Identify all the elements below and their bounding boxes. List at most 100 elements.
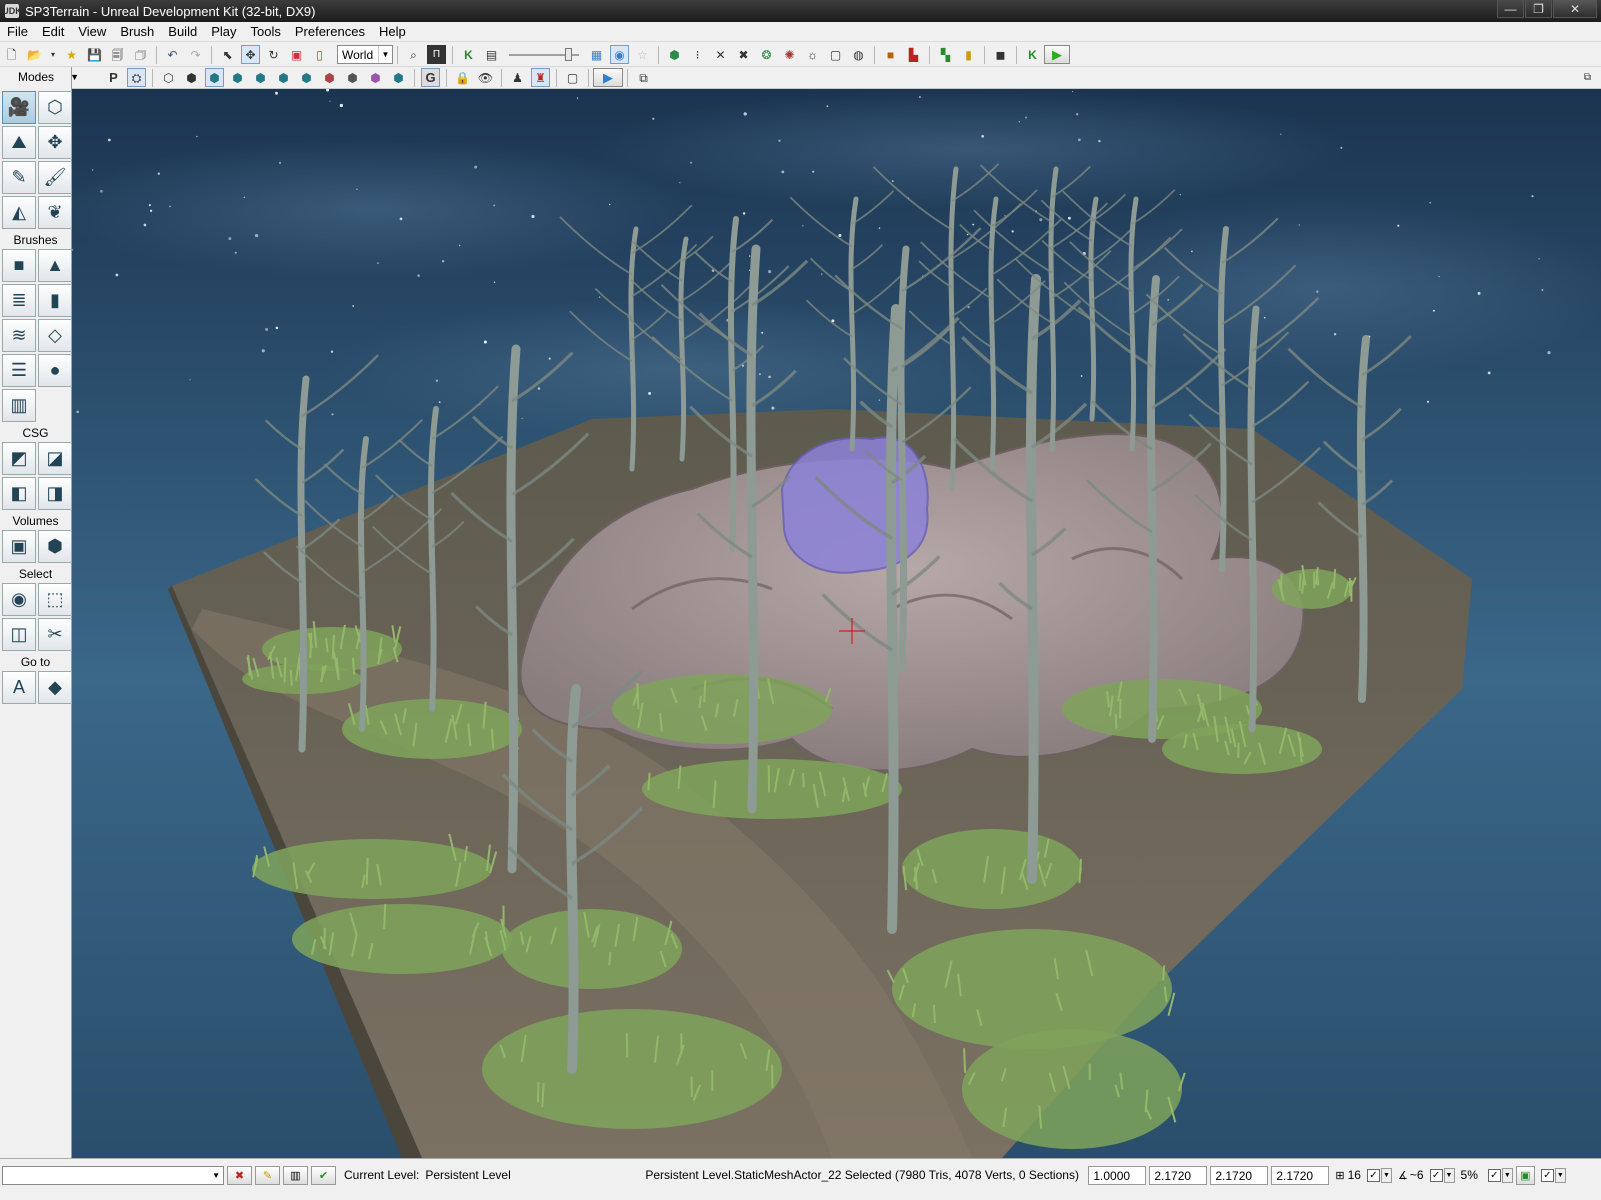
kismet-debug-icon[interactable]: K — [1023, 45, 1042, 64]
new-icon[interactable]: 🗋 — [2, 45, 21, 64]
texture-density-icon[interactable]: ⬢ — [320, 68, 339, 87]
open-icon[interactable]: 📂 — [25, 45, 44, 64]
game-view-g-button[interactable]: G — [421, 68, 440, 87]
chevron-down-icon[interactable]: ▼ — [1380, 1167, 1392, 1183]
console-icon[interactable]: ■ — [881, 45, 900, 64]
grid-snap-checkbox[interactable]: ✓ — [1366, 1168, 1380, 1182]
foliage-mode-icon[interactable]: ❦ — [38, 196, 72, 229]
cube-brush-icon[interactable]: ■ — [2, 249, 36, 282]
chevron-down-icon[interactable]: ▼ — [212, 1171, 220, 1180]
play-viewport-button[interactable]: ▶ — [593, 68, 623, 87]
eye-icon[interactable]: 👁 — [476, 68, 495, 87]
lighting-info-icon[interactable]: ◍ — [849, 45, 868, 64]
chevron-down-icon[interactable]: ▼ — [1501, 1167, 1513, 1183]
bookmark-star-icon[interactable]: ☆ — [633, 45, 652, 64]
brush-wireframe-icon[interactable]: ⬡ — [159, 68, 178, 87]
build-geometry-icon[interactable]: ⬢ — [665, 45, 684, 64]
command-input[interactable]: ▼ — [2, 1165, 224, 1185]
scale-icon[interactable]: ▣ — [287, 45, 306, 64]
lightmap-density-icon[interactable]: ⬢ — [366, 68, 385, 87]
autosave-checkbox[interactable]: ✓ — [1540, 1168, 1554, 1182]
save-levels-icon[interactable]: 🗇 — [131, 45, 150, 64]
show-selected-icon[interactable]: ◉ — [2, 583, 36, 616]
autosave-icon[interactable]: ▣ — [1515, 1165, 1535, 1185]
slider-thumb[interactable] — [565, 48, 572, 61]
maximize-viewport-icon[interactable]: ⧉ — [634, 68, 653, 87]
menu-help[interactable]: Help — [372, 22, 413, 42]
build-visibility-icon[interactable]: ⁝ — [688, 45, 707, 64]
lit-lightmap-density-icon[interactable]: ⬢ — [389, 68, 408, 87]
landscape-mode-icon[interactable]: ◭ — [2, 196, 36, 229]
drag-scale-field[interactable]: 1.0000 — [1088, 1165, 1147, 1185]
favorites-icon[interactable]: ★ — [62, 45, 81, 64]
perspective-viewport[interactable] — [72, 89, 1601, 1158]
menu-preferences[interactable]: Preferences — [288, 22, 372, 42]
menu-edit[interactable]: Edit — [35, 22, 71, 42]
open-dropdown-icon[interactable]: ▾ — [48, 45, 58, 64]
menu-play[interactable]: Play — [204, 22, 243, 42]
translate-icon[interactable]: ✥ — [241, 45, 260, 64]
go-to-builder-brush-icon[interactable]: ◆ — [38, 671, 72, 704]
cook-icon[interactable]: ▙ — [904, 45, 923, 64]
shader-complexity-icon[interactable]: ⬢ — [343, 68, 362, 87]
perspective-p-button[interactable]: P — [104, 68, 123, 87]
geometry-mode-icon[interactable]: ⬡ — [38, 91, 72, 124]
cylinder-brush-icon[interactable]: ▮ — [38, 284, 72, 317]
wireframe-icon[interactable]: ⬢ — [182, 68, 201, 87]
build-all-icon[interactable]: ✺ — [780, 45, 799, 64]
generic-browser-icon[interactable]: ◉ — [610, 45, 629, 64]
menu-build[interactable]: Build — [161, 22, 204, 42]
menu-view[interactable]: View — [71, 22, 113, 42]
scale-x-field[interactable]: 2.1720 — [1149, 1165, 1208, 1185]
level-icon[interactable]: ✔ — [311, 1165, 336, 1185]
volume-menu-icon[interactable]: ⬢ — [38, 530, 72, 563]
build-lighting-icon[interactable]: ✕ — [711, 45, 730, 64]
lighting-only-icon[interactable]: ⬢ — [274, 68, 293, 87]
csg-intersect-icon[interactable]: ◧ — [2, 477, 36, 510]
realtime-icon[interactable]: ♜ — [531, 68, 550, 87]
undo-icon[interactable]: ↶ — [163, 45, 182, 64]
scene-render[interactable] — [72, 89, 1601, 1158]
nonuniform-scale-icon[interactable]: ▯ — [310, 45, 329, 64]
texture-align-icon[interactable]: ✎ — [2, 161, 36, 194]
play-in-editor-button[interactable]: ▶ — [1044, 45, 1070, 64]
csg-subtract-icon[interactable]: ◪ — [38, 442, 72, 475]
detail-lighting-icon[interactable]: ⬢ — [251, 68, 270, 87]
restore-viewport-icon[interactable]: ⧉ — [1578, 68, 1597, 87]
swarm-icon[interactable]: ▢ — [826, 45, 845, 64]
curved-stairs-icon[interactable]: ≋ — [2, 319, 36, 352]
sphere-brush-icon[interactable]: ● — [38, 354, 72, 387]
matinee-icon[interactable]: ▤ — [482, 45, 501, 64]
light-complexity-icon[interactable]: ⬢ — [297, 68, 316, 87]
invert-selection-icon[interactable]: ◫ — [2, 618, 36, 651]
light-icon[interactable]: ✎ — [255, 1165, 280, 1185]
lit-icon[interactable]: ⬢ — [228, 68, 247, 87]
save-icon[interactable]: 💾 — [85, 45, 104, 64]
save-all-icon[interactable]: 🗐 — [108, 45, 127, 64]
build-cover-icon[interactable]: ❂ — [757, 45, 776, 64]
stats-icon[interactable]: ▢ — [563, 68, 582, 87]
kismet-icon[interactable]: Π — [427, 45, 446, 64]
chevron-down-icon[interactable]: ▼ — [1554, 1167, 1566, 1183]
move-mode-icon[interactable]: ✥ — [38, 126, 72, 159]
chevron-down-icon[interactable]: ▼ — [70, 72, 79, 82]
close-button[interactable]: ✕ — [1553, 0, 1597, 18]
chevron-down-icon[interactable]: ▼ — [1443, 1167, 1455, 1183]
volumetric-brush-icon[interactable]: ▥ — [2, 389, 36, 422]
menu-file[interactable]: File — [0, 22, 35, 42]
menu-brush[interactable]: Brush — [113, 22, 161, 42]
cancel-build-icon[interactable]: ✖ — [227, 1165, 252, 1185]
menu-tools[interactable]: Tools — [244, 22, 288, 42]
unlit-icon[interactable]: ⬢ — [205, 68, 224, 87]
scale-y-field[interactable]: 2.1720 — [1210, 1165, 1269, 1185]
maximize-button[interactable]: ❐ — [1525, 0, 1552, 18]
camera-speed-slider[interactable] — [509, 45, 579, 64]
grid-icon[interactable]: ▥ — [283, 1165, 308, 1185]
go-to-actor-icon[interactable]: A — [2, 671, 36, 704]
pause-icon[interactable]: ▮ — [959, 45, 978, 64]
spiral-stairs-icon[interactable]: ☰ — [2, 354, 36, 387]
cone-brush-icon[interactable]: ▲ — [38, 249, 72, 282]
mesh-paint-icon[interactable]: 🖌 — [38, 161, 72, 194]
csg-deintersect-icon[interactable]: ◨ — [38, 477, 72, 510]
csg-add-icon[interactable]: ◩ — [2, 442, 36, 475]
